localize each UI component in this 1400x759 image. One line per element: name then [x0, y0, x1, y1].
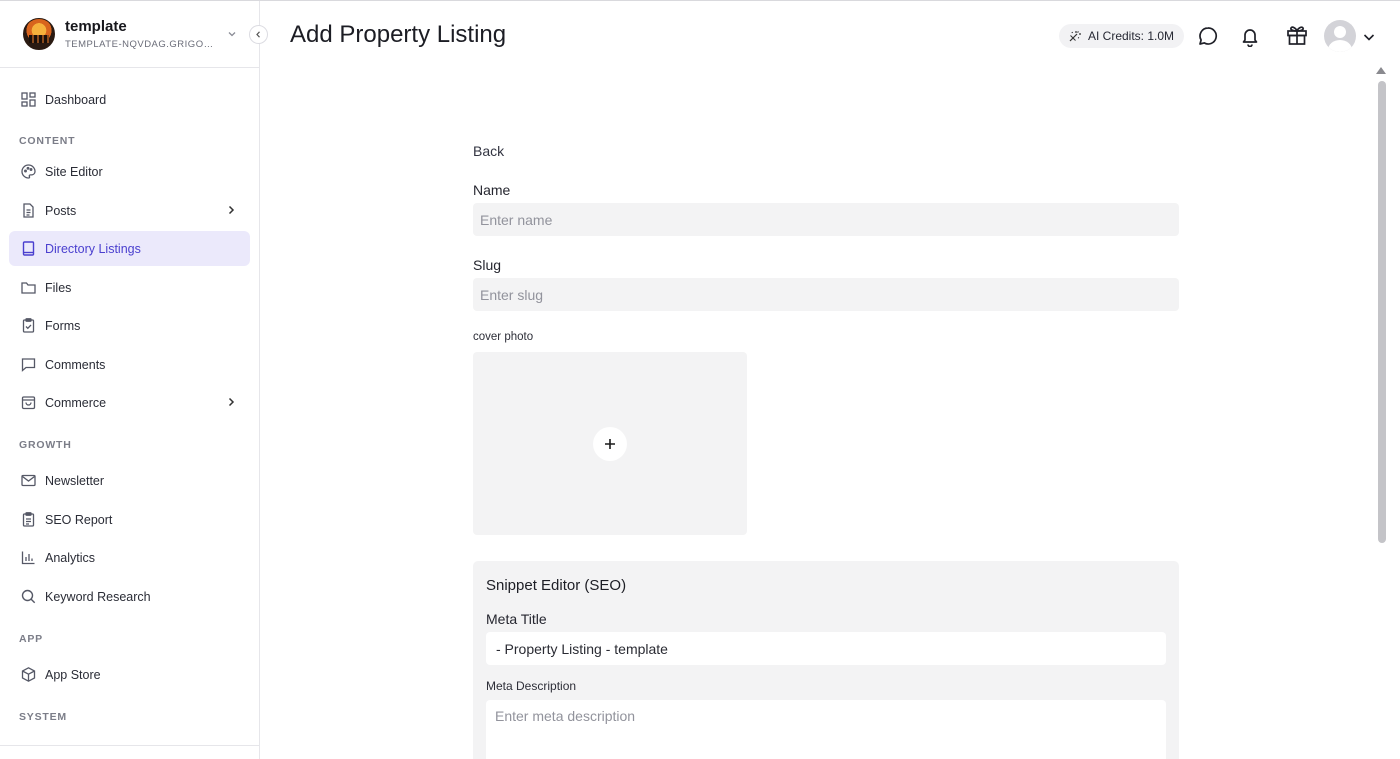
meta-title-label: Meta Title: [486, 611, 547, 627]
sidebar-item-label: Keyword Research: [45, 589, 151, 604]
sidebar-item-label: Commerce: [45, 395, 107, 410]
app-root: template TEMPLATE-NQVDAG.GRIGOR... Dashb…: [0, 0, 1400, 759]
site-subdomain: TEMPLATE-NQVDAG.GRIGOR...: [65, 39, 215, 50]
plus-icon: [605, 439, 615, 449]
sidebar-item-analytics[interactable]: Analytics: [9, 540, 250, 575]
collapse-sidebar-button[interactable]: [249, 25, 268, 44]
ai-credits-label: AI Credits: 1.0M: [1088, 29, 1175, 43]
sidebar-item-site-editor[interactable]: Site Editor: [9, 154, 250, 189]
cover-photo-label: cover photo: [473, 331, 534, 343]
sidebar-item-files[interactable]: Files: [9, 270, 250, 305]
name-input[interactable]: [473, 203, 1179, 236]
meta-title-input[interactable]: [486, 632, 1166, 665]
meta-description-input[interactable]: [486, 700, 1166, 759]
slug-input[interactable]: [473, 278, 1179, 311]
folder-icon: [21, 282, 36, 294]
sidebar-item-label: Analytics: [45, 550, 96, 565]
seo-snippet-editor: Snippet Editor (SEO) Meta Title Meta Des…: [473, 561, 1179, 759]
sidebar-item-comments[interactable]: Comments: [9, 347, 250, 382]
sidebar-item-dashboard[interactable]: Dashboard: [9, 82, 250, 117]
sidebar-item-newsletter[interactable]: Newsletter: [9, 463, 250, 498]
shopping-bag-icon: [21, 396, 36, 410]
bar-chart-icon: [21, 551, 35, 565]
magic-wand-icon: [1069, 31, 1081, 42]
bell-icon[interactable]: [1239, 25, 1261, 47]
sidebar-item-label: Files: [45, 280, 72, 295]
ai-credits-badge[interactable]: AI Credits: 1.0M: [1059, 24, 1185, 48]
sidebar-item-label: Directory Listings: [45, 241, 141, 256]
sidebar-item-label: Site Editor: [45, 164, 103, 179]
scroll-up-arrow[interactable]: [1376, 67, 1386, 74]
mail-icon: [21, 474, 36, 487]
name-label: Name: [473, 182, 511, 198]
seo-title: Snippet Editor (SEO): [486, 577, 627, 594]
scrollbar-thumb[interactable]: [1378, 81, 1386, 543]
sidebar-item-label: Posts: [45, 203, 77, 218]
chevron-left-icon: [256, 31, 260, 38]
chevron-down-icon[interactable]: [1362, 30, 1376, 44]
site-switcher[interactable]: template TEMPLATE-NQVDAG.GRIGOR...: [0, 1, 259, 68]
sidebar-item-label: App Store: [45, 667, 101, 682]
clipboard-list-icon: [22, 512, 35, 527]
clipboard-check-icon: [22, 318, 35, 333]
search-icon: [21, 589, 36, 604]
document-icon: [23, 203, 34, 218]
chevron-right-icon: [228, 205, 235, 215]
sidebar-item-seo-report[interactable]: SEO Report: [9, 502, 250, 537]
section-label-app: APP: [19, 633, 43, 645]
dashboard-icon: [21, 92, 36, 107]
sidebar: template TEMPLATE-NQVDAG.GRIGOR... Dashb…: [0, 1, 260, 759]
chat-icon[interactable]: [1197, 25, 1219, 47]
sidebar-item-keyword-research[interactable]: Keyword Research: [9, 579, 250, 614]
section-label-content: CONTENT: [19, 135, 76, 147]
chevron-down-icon[interactable]: [226, 28, 238, 40]
sidebar-divider: [0, 745, 259, 746]
section-label-system: SYSTEM: [19, 711, 67, 723]
sidebar-item-directory-listings[interactable]: Directory Listings: [9, 231, 250, 266]
slug-label: Slug: [473, 257, 502, 273]
comment-icon: [21, 358, 36, 372]
sidebar-item-app-store[interactable]: App Store: [9, 657, 250, 692]
package-icon: [21, 667, 36, 682]
sidebar-item-posts[interactable]: Posts: [9, 193, 250, 228]
sidebar-item-commerce[interactable]: Commerce: [9, 385, 250, 420]
gift-icon[interactable]: [1285, 23, 1309, 47]
avatar[interactable]: [1324, 20, 1356, 52]
section-label-growth: GROWTH: [19, 439, 72, 451]
sidebar-item-forms[interactable]: Forms: [9, 308, 250, 343]
cover-photo-dropzone[interactable]: [473, 352, 747, 535]
sidebar-item-label: Comments: [45, 357, 106, 372]
book-icon: [22, 241, 35, 256]
back-link[interactable]: Back: [473, 143, 504, 159]
sidebar-item-label: Forms: [45, 318, 81, 333]
chevron-right-icon: [228, 397, 235, 407]
palette-icon: [21, 164, 36, 179]
add-photo-button[interactable]: [593, 427, 627, 461]
page-title: Add Property Listing: [290, 21, 507, 48]
meta-description-label: Meta Description: [486, 679, 577, 693]
sidebar-item-label: SEO Report: [45, 512, 113, 527]
site-logo: [23, 18, 55, 50]
sidebar-item-label: Dashboard: [45, 92, 107, 107]
sidebar-item-label: Newsletter: [45, 473, 105, 488]
site-name: template: [65, 18, 127, 35]
